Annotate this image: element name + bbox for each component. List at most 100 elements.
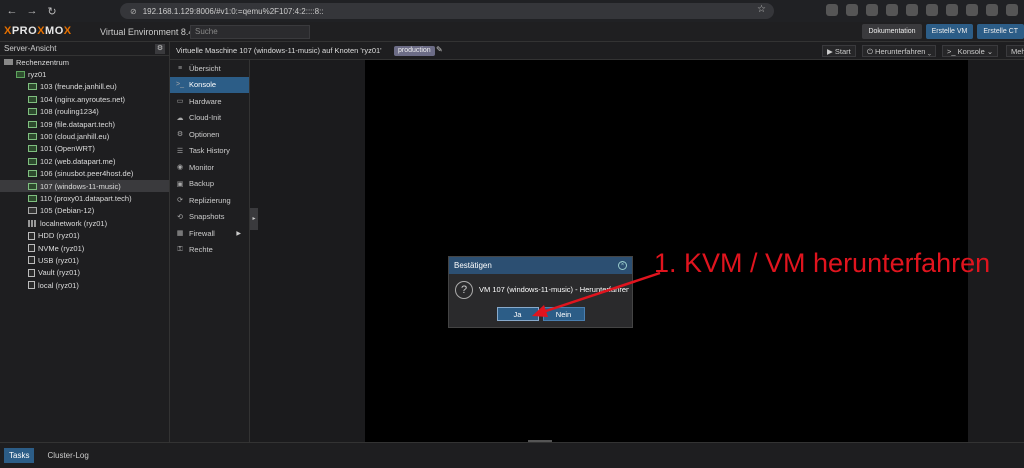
tree-item[interactable]: ryz01 — [0, 68, 169, 80]
menu-item[interactable]: >_ Konsole — [170, 76, 249, 93]
tree-item[interactable]: 102 (web.datapart.me) — [0, 155, 169, 167]
tree-item[interactable]: 109 (file.datapart.tech) — [0, 118, 169, 130]
console-button[interactable]: >_ Konsole ⌄ — [942, 45, 999, 57]
storage-icon — [28, 244, 35, 253]
tree-item[interactable]: 105 (Debian-12) — [0, 205, 169, 217]
tree-item[interactable]: NVMe (ryz01) — [0, 242, 169, 254]
tree-item[interactable]: localnetwork (ryz01) — [0, 217, 169, 229]
menu-item[interactable]: ▦ Firewall ▶ — [170, 225, 249, 242]
tree-item-label: 109 (file.datapart.tech) — [40, 119, 116, 129]
address-bar[interactable]: ⊘ 192.168.1.129:8006/#v1:0:=qemu%2F107:4… — [120, 3, 774, 19]
node-icon — [16, 71, 25, 79]
vm-on-icon — [28, 182, 37, 190]
tree-item[interactable]: 100 (cloud.janhill.eu) — [0, 130, 169, 142]
tree-item[interactable]: USB (ryz01) — [0, 254, 169, 266]
extension-icon[interactable] — [906, 4, 918, 16]
documentation-button[interactable]: Dokumentation — [862, 24, 922, 39]
menu-item[interactable]: ▭ Hardware — [170, 93, 249, 110]
extension-icon[interactable] — [1006, 4, 1018, 16]
bookmark-star-icon[interactable]: ☆ — [757, 4, 766, 15]
security-icon[interactable]: ⊘ — [130, 7, 137, 16]
tree-item[interactable]: HDD (ryz01) — [0, 229, 169, 241]
search-input[interactable]: Suche — [190, 25, 310, 39]
menu-icon: ▦ — [176, 230, 184, 238]
back-icon[interactable]: ← — [4, 3, 20, 19]
tree-item-label: 103 (freunde.janhill.eu) — [40, 82, 117, 92]
menu-item-label: Rechte — [189, 245, 213, 255]
tree-item[interactable]: 106 (sinusbot.peer4host.de) — [0, 168, 169, 180]
tree-item-label: 101 (OpenWRT) — [40, 144, 95, 154]
tree-item-label: 110 (proxy01.datapart.tech) — [40, 193, 132, 203]
vm-on-icon — [28, 120, 37, 128]
menu-item[interactable]: ⟳ Replizierung — [170, 192, 249, 209]
extension-icon[interactable] — [826, 4, 838, 16]
menu-item[interactable]: ≡ Übersicht — [170, 60, 249, 77]
create-vm-button[interactable]: Erstelle VM — [925, 24, 974, 39]
vm-on-icon — [28, 83, 37, 91]
extension-icon[interactable] — [886, 4, 898, 16]
vm-on-icon — [28, 145, 37, 153]
tree-item[interactable]: local (ryz01) — [0, 279, 169, 291]
vm-on-icon — [28, 194, 37, 202]
bottom-panel: Tasks Cluster-Log — [0, 442, 1024, 468]
tree-item-label: 104 (nginx.anyroutes.net) — [40, 94, 126, 104]
menu-item[interactable]: ◉ Monitor — [170, 159, 249, 176]
tree-item-label: 102 (web.datapart.me) — [40, 156, 116, 166]
storage-icon — [28, 256, 35, 265]
tree-item[interactable]: Vault (ryz01) — [0, 267, 169, 279]
tree-item-label: HDD (ryz01) — [38, 231, 80, 241]
menu-item[interactable]: ▣ Backup — [170, 176, 249, 193]
start-button[interactable]: ▶ Start — [822, 45, 856, 57]
shutdown-button[interactable]: ⏻ Herunterfahren ⌄ — [862, 45, 937, 57]
storage-icon — [28, 231, 35, 240]
tree-item[interactable]: 101 (OpenWRT) — [0, 143, 169, 155]
app-header: XPROXMOX Virtual Environment 8.4.0 Suche… — [0, 22, 1024, 42]
more-button[interactable]: Mehr — [1006, 45, 1024, 57]
tree-item[interactable]: Rechenzentrum — [0, 56, 169, 68]
tree-item[interactable]: 104 (nginx.anyroutes.net) — [0, 93, 169, 105]
dialog-title: Bestätigen — [454, 261, 492, 270]
extension-icon[interactable] — [866, 4, 878, 16]
storage-icon — [28, 268, 35, 277]
menu-item-label: Übersicht — [189, 63, 221, 73]
tab-tasks[interactable]: Tasks — [4, 448, 35, 463]
tree-item-label: 106 (sinusbot.peer4host.de) — [40, 169, 134, 179]
tree-item-label: Vault (ryz01) — [38, 268, 80, 278]
tree-item-label: localnetwork (ryz01) — [40, 218, 108, 228]
extension-icon[interactable] — [846, 4, 858, 16]
extension-icon[interactable] — [966, 4, 978, 16]
extension-icon[interactable] — [986, 4, 998, 16]
vm-on-icon — [28, 170, 37, 178]
menu-item[interactable]: ⚙ Optionen — [170, 126, 249, 143]
tab-cluster-log[interactable]: Cluster-Log — [42, 448, 93, 463]
annotation-arrow — [532, 271, 661, 317]
view-selector[interactable]: Server-Ansicht ⚙ — [0, 42, 169, 56]
menu-item[interactable]: ☁ Cloud-Init — [170, 110, 249, 127]
reload-icon[interactable]: ↻ — [44, 3, 60, 19]
menu-icon: ▣ — [176, 180, 184, 188]
menu-icon: ☰ — [176, 147, 184, 155]
forward-icon[interactable]: → — [24, 3, 40, 19]
menu-icon: ⚙ — [176, 131, 184, 139]
tree-item[interactable]: 108 (rouling1234) — [0, 106, 169, 118]
tag-production[interactable]: production — [394, 46, 435, 56]
menu-item[interactable]: ⟲ Snapshots — [170, 209, 249, 226]
tree-item[interactable]: 107 (windows-11-music) — [0, 179, 169, 193]
menu-item[interactable]: ⚿ Rechte — [170, 242, 249, 259]
vm-on-icon — [28, 95, 37, 103]
vm-on-icon — [28, 108, 37, 116]
gear-icon[interactable]: ⚙ — [155, 43, 165, 54]
collapse-menu-icon[interactable]: ▸ — [250, 208, 258, 230]
menu-item-label: Hardware — [189, 96, 222, 106]
extension-icon[interactable] — [926, 4, 938, 16]
tree-item[interactable]: 103 (freunde.janhill.eu) — [0, 81, 169, 93]
tree-item[interactable]: 110 (proxy01.datapart.tech) — [0, 192, 169, 204]
create-ct-button[interactable]: Erstelle CT — [977, 24, 1024, 39]
edit-tags-icon[interactable]: ✎ — [436, 45, 443, 54]
menu-item-label: Replizierung — [189, 195, 231, 205]
menu-item-label: Backup — [189, 179, 215, 189]
menu-item-label: Cloud-Init — [189, 113, 222, 123]
extension-icon[interactable] — [946, 4, 958, 16]
menu-icon: ≡ — [177, 64, 183, 72]
menu-item[interactable]: ☰ Task History — [170, 143, 249, 160]
